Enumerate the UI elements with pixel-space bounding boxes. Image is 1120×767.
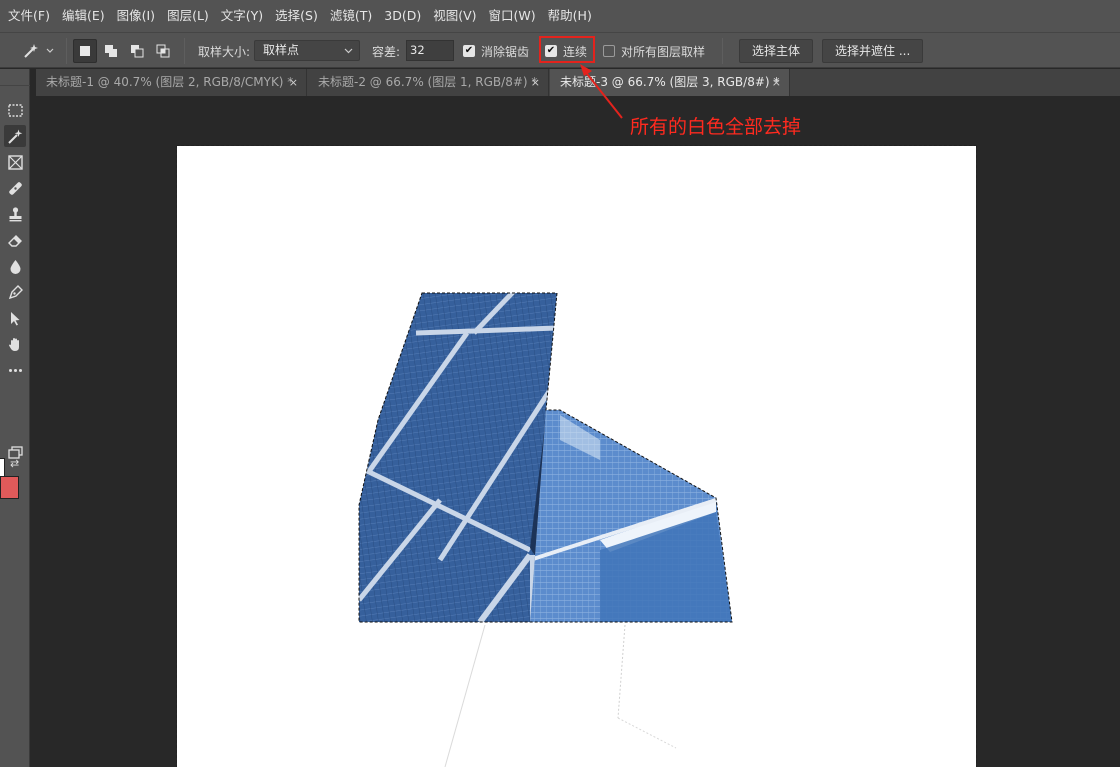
pen-icon xyxy=(8,284,23,299)
menu-bar: 文件(F) 编辑(E) 图像(I) 图层(L) 文字(Y) 选择(S) 滤镜(T… xyxy=(0,0,1120,32)
healing-brush-tool[interactable] xyxy=(4,177,26,199)
menu-file[interactable]: 文件(F) xyxy=(2,0,56,32)
add-selection-icon xyxy=(105,45,117,57)
antialias-label: 消除锯齿 xyxy=(481,44,530,59)
menu-help[interactable]: 帮助(H) xyxy=(542,0,598,32)
path-select-tool[interactable] xyxy=(4,307,26,329)
select-subject-button[interactable]: 选择主体 xyxy=(739,39,814,63)
blur-tool[interactable] xyxy=(4,255,26,277)
divider xyxy=(66,38,67,64)
menu-3d[interactable]: 3D(D) xyxy=(378,0,427,32)
subtract-selection-button[interactable] xyxy=(125,39,149,63)
frame-icon xyxy=(7,154,23,170)
menu-view[interactable]: 视图(V) xyxy=(427,0,482,32)
screen-mode-icon xyxy=(7,445,23,459)
tab-label: 未标题-2 @ 66.7% (图层 1, RGB/8#) * xyxy=(318,75,538,89)
tolerance-label: 容差: xyxy=(372,45,401,59)
close-icon[interactable]: × xyxy=(289,69,298,96)
screen-mode-button[interactable] xyxy=(4,441,26,463)
close-icon[interactable]: × xyxy=(772,69,781,96)
document-tabs: 未标题-1 @ 40.7% (图层 2, RGB/8/CMYK) * × 未标题… xyxy=(36,69,1120,96)
menu-filter[interactable]: 滤镜(T) xyxy=(324,0,378,32)
pen-tool[interactable] xyxy=(4,281,26,303)
sample-size-dropdown[interactable]: 取样点 xyxy=(254,40,360,61)
chevron-down-icon xyxy=(344,48,353,54)
divider xyxy=(722,38,723,64)
menu-window[interactable]: 窗口(W) xyxy=(483,0,542,32)
blur-drop-icon xyxy=(10,259,20,274)
more-tools-button[interactable] xyxy=(4,359,26,381)
path-select-icon xyxy=(10,311,19,325)
magic-wand-tool[interactable] xyxy=(4,125,26,147)
marquee-tool[interactable] xyxy=(4,99,26,121)
divider xyxy=(184,38,185,64)
intersect-selection-button[interactable] xyxy=(151,39,175,63)
highlight-box xyxy=(539,36,595,63)
sample-all-layers-checkbox[interactable]: 对所有图层取样 xyxy=(603,43,705,59)
tab-label: 未标题-1 @ 40.7% (图层 2, RGB/8/CMYK) * xyxy=(46,75,294,89)
document-canvas[interactable] xyxy=(176,145,977,767)
sample-size-value: 取样点 xyxy=(263,43,300,57)
intersect-selection-icon xyxy=(156,44,170,58)
antialias-checkbox[interactable]: ✔ 消除锯齿 xyxy=(463,43,529,59)
tab-document-1[interactable]: 未标题-1 @ 40.7% (图层 2, RGB/8/CMYK) * × xyxy=(36,69,307,96)
marquee-icon xyxy=(7,103,23,117)
hand-icon xyxy=(8,337,19,351)
select-and-mask-button[interactable]: 选择并遮住 ... xyxy=(822,39,924,63)
menu-type[interactable]: 文字(Y) xyxy=(215,0,269,32)
new-selection-icon xyxy=(80,46,90,56)
close-icon[interactable]: × xyxy=(531,69,540,96)
tools-panel: ⇄ xyxy=(0,69,30,767)
menu-layer[interactable]: 图层(L) xyxy=(161,0,215,32)
sample-all-layers-label: 对所有图层取样 xyxy=(621,44,706,59)
magic-wand-icon xyxy=(24,44,38,58)
healing-brush-icon xyxy=(8,181,22,195)
add-selection-button[interactable] xyxy=(99,39,123,63)
menu-image[interactable]: 图像(I) xyxy=(111,0,161,32)
frame-tool[interactable] xyxy=(4,151,26,173)
background-color-swatch[interactable] xyxy=(0,476,19,499)
tool-preset-picker[interactable] xyxy=(22,40,62,62)
check-icon: ✔ xyxy=(463,45,475,57)
tolerance-input[interactable]: 32 xyxy=(406,40,454,61)
tab-label: 未标题-3 @ 66.7% (图层 3, RGB/8#) * xyxy=(560,75,780,89)
unchecked-box-icon xyxy=(603,45,615,57)
tab-document-2[interactable]: 未标题-2 @ 66.7% (图层 1, RGB/8#) * × xyxy=(308,69,549,96)
magic-wand-icon xyxy=(7,129,22,144)
more-tools-icon xyxy=(8,368,22,372)
new-selection-button[interactable] xyxy=(73,39,97,63)
menu-edit[interactable]: 编辑(E) xyxy=(56,0,111,32)
stamp-icon xyxy=(9,206,21,221)
panel-grip[interactable] xyxy=(0,69,30,86)
subtract-selection-icon xyxy=(131,45,144,58)
tab-document-3[interactable]: 未标题-3 @ 66.7% (图层 3, RGB/8#) * × xyxy=(550,69,790,96)
eraser-tool[interactable] xyxy=(4,229,26,251)
eraser-icon xyxy=(7,234,22,247)
sample-size-label: 取样大小: xyxy=(198,45,251,59)
annotation-text: 所有的白色全部去掉 xyxy=(630,116,802,138)
stamp-tool[interactable] xyxy=(4,203,26,225)
chevron-down-icon xyxy=(46,48,54,53)
menu-select[interactable]: 选择(S) xyxy=(269,0,324,32)
hand-tool[interactable] xyxy=(4,333,26,355)
